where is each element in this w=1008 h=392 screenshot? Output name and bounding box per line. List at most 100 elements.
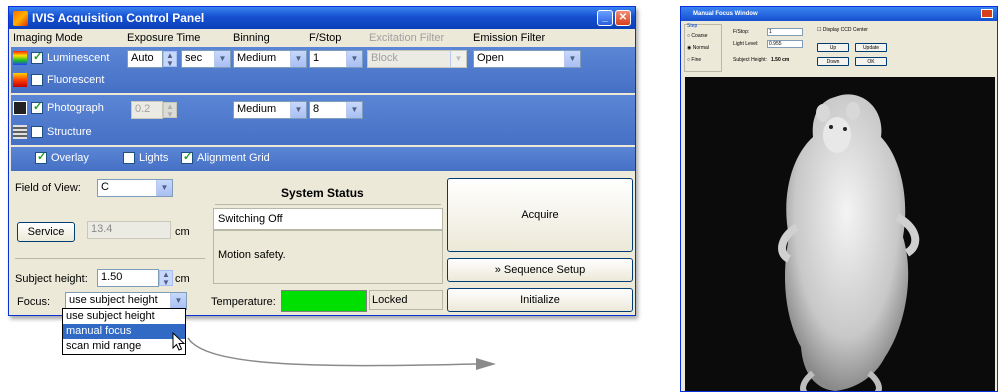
alignment-grid-checkbox[interactable] [181,150,193,164]
subject-height-unit: cm [175,273,190,285]
fast-forward-icon: » [494,264,501,276]
structure-icon [13,125,27,139]
chevron-down-icon: ▼ [346,51,362,67]
fstop-label: F/Stop: [733,29,750,35]
excitation-filter-select[interactable]: Block ▼ [367,50,467,68]
overlay-panel: Overlay Lights Alignment Grid [11,147,635,171]
photograph-checkbox[interactable] [31,100,43,114]
step-normal-label: Normal [692,45,709,51]
photograph-binning-select[interactable]: Medium ▼ [233,101,307,119]
luminescent-fstop-value: 1 [313,52,320,64]
step-label: Step [687,23,698,29]
display-ccd-checkbox[interactable]: ☐ Display CCD Center [817,27,868,33]
step-normal-radio[interactable]: ◉ Normal [687,45,709,51]
structure-checkbox[interactable] [31,126,43,138]
focus-option-manual-focus[interactable]: manual focus [63,324,185,339]
sequence-setup-label: Sequence Setup [503,264,586,276]
minimize-button[interactable]: _ [597,10,613,26]
step-fine-radio[interactable]: ○ Fine [687,57,701,63]
chevron-down-icon: ▼ [156,180,172,196]
emission-filter-value: Open [477,52,504,64]
spectrum-icon [13,51,27,65]
field-of-view-value: C [101,181,109,193]
overlay-label: Overlay [51,152,89,164]
manual-focus-close-button[interactable] [981,9,993,18]
photograph-structure-panel: Photograph 0.2 ▲▼ Medium ▼ 8▼ Structure [11,95,635,145]
initialize-button[interactable]: Initialize [447,288,633,312]
separator [215,204,441,205]
acquisition-control-panel-window: IVIS Acquisition Control Panel _ ✕ Imagi… [8,6,636,316]
subject-height-mf-label: Subject Height: [733,57,767,63]
down-button[interactable]: Down [817,57,849,66]
focus-dropdown-list: use subject height manual focus scan mid… [62,308,186,355]
ivis-app-icon [13,10,28,26]
chevron-down-icon: ▼ [214,51,230,67]
luminescent-label: Luminescent [47,52,110,64]
window-title: IVIS Acquisition Control Panel [32,11,205,25]
luminescent-checkbox[interactable] [31,50,43,64]
service-button[interactable]: Service [17,222,75,242]
light-level-field[interactable]: 0.955 [767,40,803,48]
service-value-field[interactable]: 13.4 [87,221,171,239]
manual-focus-window: Manual Focus Window Step ○ Coarse ◉ Norm… [680,6,998,392]
photograph-label: Photograph [47,102,104,114]
focus-option-scan-mid-range[interactable]: scan mid range [63,339,185,354]
step-coarse-radio[interactable]: ○ Coarse [687,33,708,39]
photograph-binning-value: Medium [237,103,277,115]
sequence-setup-button[interactable]: » Sequence Setup [447,258,633,282]
subject-height-field[interactable]: 1.50 [97,269,159,287]
header-excitation-filter: Excitation Filter [369,32,445,44]
up-button[interactable]: Up [817,43,849,52]
photograph-icon [13,101,27,115]
fstop-field[interactable]: 1 [767,28,803,36]
window-titlebar[interactable]: IVIS Acquisition Control Panel [9,7,635,29]
lights-checkbox[interactable] [123,152,135,164]
update-button[interactable]: Update [855,43,887,52]
temperature-indicator [281,290,367,312]
luminescent-fluorescent-panel: Luminescent Auto ▲▼ sec▼ Medium▼ 1▼ Bloc… [11,47,635,93]
luminescent-row: Luminescent [13,50,110,65]
mouse-photograph [685,77,995,391]
exposure-unit-value: sec [185,52,203,64]
status-line-2: Motion safety. [213,230,443,284]
alignment-grid-row: Alignment Grid [181,150,270,164]
acquire-button[interactable]: Acquire [447,178,633,252]
manual-focus-titlebar[interactable]: Manual Focus Window [681,7,997,21]
header-imaging-mode: Imaging Mode [13,32,83,44]
ok-button[interactable]: OK [855,57,887,66]
focus-option-use-subject-height[interactable]: use subject height [63,309,185,324]
lights-label: Lights [139,152,169,164]
excitation-filter-value: Block [371,52,398,64]
exposure-value-field[interactable]: Auto [127,50,163,68]
step-coarse-label: Coarse [691,33,708,39]
exposure-spinner[interactable]: ▲ ▼ [163,51,177,68]
chevron-down-icon: ▼ [290,51,306,67]
lower-section: Field of View: C ▼ Service 13.4 cm Subjec… [11,174,635,314]
luminescent-fstop-select[interactable]: 1 ▼ [309,50,363,68]
curved-arrow-icon [187,337,496,370]
chevron-down-icon: ▼ [290,102,306,118]
photograph-fstop-select[interactable]: 8 ▼ [309,101,363,119]
chevron-down-icon: ▼ [564,51,580,67]
exposure-unit-select[interactable]: sec ▼ [181,50,231,68]
subject-height-spinner[interactable]: ▲ ▼ [159,270,173,287]
luminescent-binning-value: Medium [237,52,277,64]
manual-focus-controls: Step ○ Coarse ◉ Normal ○ Fine F/Stop: 1 … [681,9,997,75]
temperature-status: Locked [372,294,408,306]
status-line-1: Switching Off [213,208,443,230]
chevron-down-icon: ▼ [450,51,466,67]
emission-filter-select[interactable]: Open ▼ [473,50,581,68]
light-level-label: Light Level: [733,41,759,47]
structure-row: Structure [13,125,92,139]
chevron-down-icon[interactable]: ▼ [170,293,186,309]
field-of-view-label: Field of View: [15,182,81,194]
fluorescent-checkbox[interactable] [31,74,43,86]
service-unit: cm [175,226,190,238]
photograph-exposure-spinner[interactable]: ▲ ▼ [163,102,177,119]
overlay-checkbox[interactable] [35,150,47,164]
luminescent-binning-select[interactable]: Medium ▼ [233,50,307,68]
mouse-image [778,94,920,391]
close-button[interactable]: ✕ [615,10,631,26]
photograph-exposure-field[interactable]: 0.2 [131,101,163,119]
field-of-view-select[interactable]: C ▼ [97,179,173,197]
